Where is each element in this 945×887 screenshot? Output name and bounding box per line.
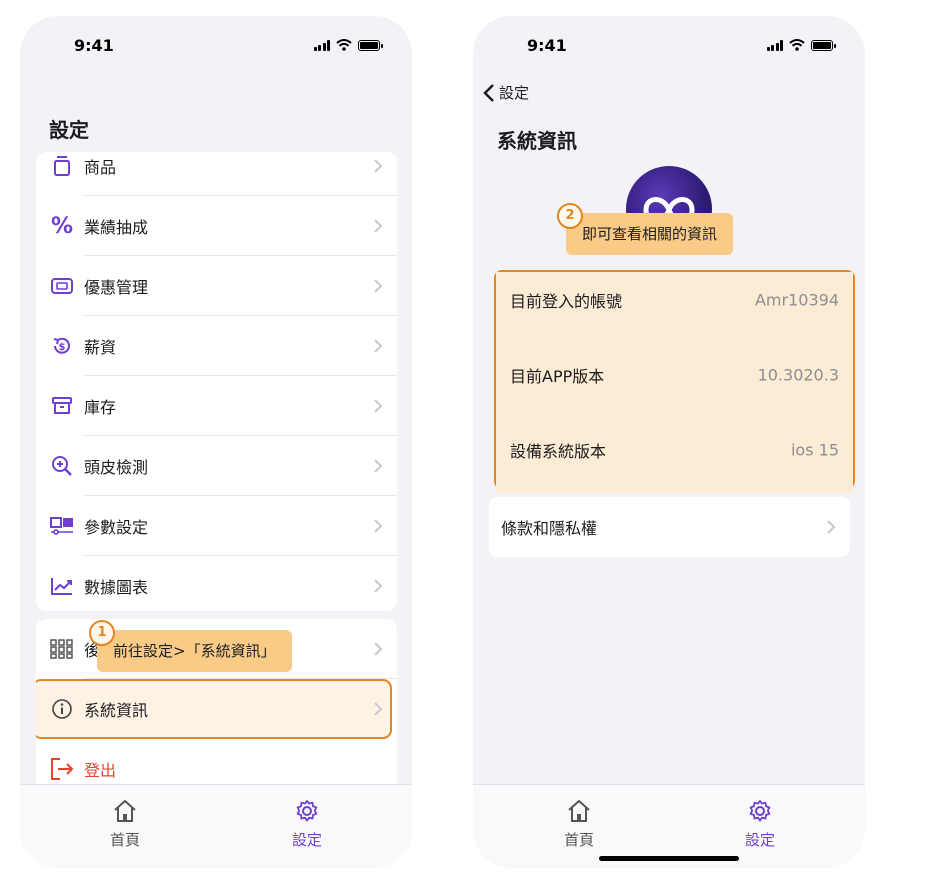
menu-item-system-info[interactable]: 系統資訊 <box>36 679 397 739</box>
salary-icon: $ <box>50 334 74 358</box>
tab-settings[interactable]: 設定 <box>277 799 337 850</box>
logout-label: 登出 <box>84 761 117 780</box>
chevron-right-icon <box>374 279 383 293</box>
tab-settings[interactable]: 設定 <box>730 799 790 850</box>
info-value: Amr10394 <box>754 290 839 310</box>
chevron-right-icon <box>374 219 383 233</box>
gear-icon <box>749 799 771 823</box>
battery-icon <box>358 39 383 51</box>
info-value: 10.3020.3 <box>757 365 839 385</box>
tab-bar: 首頁 設定 <box>20 784 412 868</box>
status-bar: 9:41 <box>473 16 865 74</box>
step1-badge: 1 <box>89 620 115 646</box>
back-label: 設定 <box>499 84 530 102</box>
zoom-in-icon <box>50 454 74 478</box>
menu-item-product[interactable]: 商品 <box>36 152 397 196</box>
menu-item-label: 數據圖表 <box>84 578 149 597</box>
menu-item-inventory[interactable]: 庫存 <box>36 376 397 436</box>
menu-item-label: 優惠管理 <box>84 278 149 297</box>
svg-text:$: $ <box>59 342 66 353</box>
signal-icon <box>766 39 783 51</box>
wifi-icon <box>336 39 352 51</box>
chevron-right-icon <box>374 642 383 656</box>
page-title: 設定 <box>49 118 89 142</box>
tab-home[interactable]: 首頁 <box>95 799 155 850</box>
step2-badge: 2 <box>557 203 583 229</box>
info-label: 目前登入的帳號 <box>510 292 623 311</box>
chart-icon <box>50 574 74 598</box>
tab-bar: 首頁 設定 <box>473 784 865 868</box>
grid-icon <box>50 637 74 661</box>
archive-icon <box>50 394 74 418</box>
status-icons <box>766 39 836 51</box>
status-bar: 9:41 <box>20 16 412 74</box>
back-button[interactable]: 設定 <box>483 82 529 103</box>
info-label: 目前APP版本 <box>510 367 605 386</box>
menu-item-label: 業績抽成 <box>84 218 149 237</box>
menu-item-label: 庫存 <box>84 398 117 417</box>
gear-icon <box>296 799 318 823</box>
home-icon <box>568 799 590 822</box>
toggle-icon <box>50 514 74 538</box>
tab-home[interactable]: 首頁 <box>549 799 609 850</box>
chevron-right-icon <box>827 520 836 534</box>
menu-item-data-charts[interactable]: 數據圖表 <box>36 556 397 611</box>
product-icon <box>50 154 74 178</box>
chevron-right-icon <box>374 702 383 716</box>
info-row-account: 目前登入的帳號 Amr10394 <box>498 272 851 328</box>
chevron-right-icon <box>374 459 383 473</box>
menu-item-label: 薪資 <box>84 338 117 357</box>
terms-label: 條款和隱私權 <box>501 519 598 538</box>
info-icon <box>50 697 74 721</box>
info-row-os-version: 設備系統版本 ios 15 <box>498 422 851 478</box>
tab-label: 設定 <box>291 831 322 849</box>
status-time: 9:41 <box>527 36 567 55</box>
ticket-icon <box>50 274 74 298</box>
chevron-left-icon <box>483 83 494 102</box>
chevron-right-icon <box>374 579 383 593</box>
info-label: 設備系統版本 <box>510 442 607 461</box>
page-title: 系統資訊 <box>497 129 577 153</box>
phone-settings-screen: 9:41 設定 商品 % 業績抽成 優惠管理 $ 薪資 庫存 頭皮檢測 參數設定… <box>20 16 412 868</box>
tab-label: 首頁 <box>109 831 140 849</box>
chevron-right-icon <box>374 399 383 413</box>
menu-item-label: 頭皮檢測 <box>84 458 149 477</box>
status-icons <box>313 39 383 51</box>
settings-menu-card: 商品 % 業績抽成 優惠管理 $ 薪資 庫存 頭皮檢測 參數設定 數據圖表 <box>36 152 397 611</box>
step1-tooltip: 前往設定>「系統資訊」 <box>97 630 292 672</box>
phone-system-info-screen: 9:41 設定 系統資訊 即可查看相關的資訊 2 目前登入的帳號 Amr1039… <box>473 16 865 868</box>
chevron-right-icon <box>374 159 383 173</box>
menu-item-salary[interactable]: $ 薪資 <box>36 316 397 376</box>
tab-label: 首頁 <box>563 831 594 849</box>
chevron-right-icon <box>374 519 383 533</box>
chevron-right-icon <box>374 339 383 353</box>
menu-item-discounts[interactable]: 優惠管理 <box>36 256 397 316</box>
info-value: ios 15 <box>790 440 839 460</box>
menu-item-label: 商品 <box>84 158 117 177</box>
home-indicator <box>599 856 739 861</box>
step2-tooltip: 即可查看相關的資訊 <box>566 213 734 255</box>
menu-item-label: 系統資訊 <box>84 701 149 720</box>
menu-item-label: 參數設定 <box>84 518 149 537</box>
info-highlight: 目前登入的帳號 Amr10394 目前APP版本 10.3020.3 設備系統版… <box>494 270 855 493</box>
info-row-app-version: 目前APP版本 10.3020.3 <box>498 347 851 403</box>
status-time: 9:41 <box>74 36 114 55</box>
percent-icon: % <box>50 213 74 239</box>
battery-icon <box>811 39 836 51</box>
logout-icon <box>50 757 74 781</box>
terms-privacy-row[interactable]: 條款和隱私權 <box>489 497 850 557</box>
home-icon <box>114 799 136 822</box>
signal-icon <box>313 39 330 51</box>
wifi-icon <box>789 39 805 51</box>
menu-item-scalp-test[interactable]: 頭皮檢測 <box>36 436 397 496</box>
menu-item-parameters[interactable]: 參數設定 <box>36 496 397 556</box>
tab-label: 設定 <box>744 831 775 849</box>
menu-item-commission[interactable]: % 業績抽成 <box>36 196 397 256</box>
